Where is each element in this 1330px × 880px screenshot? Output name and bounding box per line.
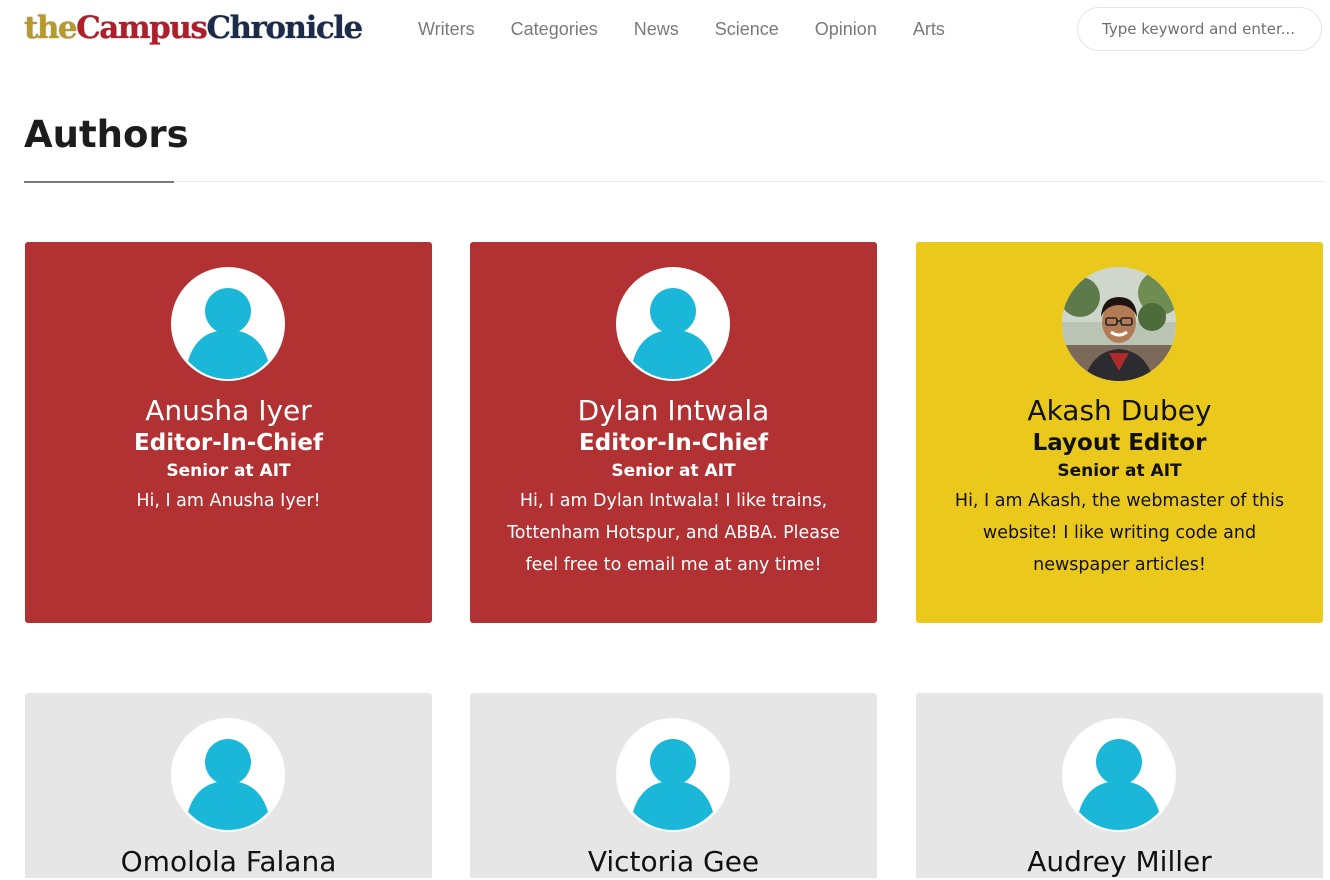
author-name: Akash Dubey [1027, 394, 1212, 427]
profile-photo [1062, 267, 1176, 381]
nav-link-news[interactable]: News [616, 19, 697, 40]
title-divider [24, 181, 1324, 182]
author-name: Dylan Intwala [577, 394, 770, 427]
search-input[interactable] [1077, 7, 1322, 51]
author-role: Layout Editor [1032, 430, 1207, 456]
user-avatar-icon [1062, 718, 1176, 832]
nav-link-opinion[interactable]: Opinion [797, 19, 895, 40]
logo-part-campus: Campus [76, 10, 208, 46]
author-name: Audrey Miller [1027, 845, 1212, 878]
author-role: Editor-In-Chief [134, 430, 323, 456]
author-card[interactable]: Omolola Falana [25, 693, 432, 878]
title-divider-accent [24, 181, 174, 183]
logo-part-the: the [24, 10, 78, 46]
author-school: Senior at AIT [1057, 461, 1182, 481]
user-avatar-icon [616, 267, 730, 381]
author-bio: Hi, I am Akash, the webmaster of this we… [954, 491, 1285, 575]
nav-link-arts[interactable]: Arts [895, 19, 963, 40]
author-bio: Hi, I am Dylan Intwala! I like trains, T… [507, 491, 840, 575]
logo-part-chronicle: Chronicle [206, 10, 363, 46]
author-role: Editor-In-Chief [579, 430, 768, 456]
author-bio: Hi, I am Anusha Iyer! [136, 491, 321, 511]
author-card[interactable]: Audrey Miller [916, 693, 1323, 878]
nav-link-categories[interactable]: Categories [493, 19, 616, 40]
nav-link-writers[interactable]: Writers [400, 19, 493, 40]
user-avatar-icon [616, 718, 730, 832]
user-avatar-icon [171, 718, 285, 832]
author-card[interactable]: Akash Dubey Layout Editor Senior at AIT … [916, 242, 1323, 623]
author-school: Senior at AIT [166, 461, 291, 481]
author-school: Senior at AIT [611, 461, 736, 481]
author-card[interactable]: Anusha Iyer Editor-In-Chief Senior at AI… [25, 242, 432, 623]
top-navbar: theCampusChronicle Writers Categories Ne… [0, 0, 1330, 58]
nav-menu: Writers Categories News Science Opinion … [400, 0, 963, 58]
author-card[interactable]: Victoria Gee [470, 693, 877, 878]
nav-link-science[interactable]: Science [697, 19, 797, 40]
author-card[interactable]: Dylan Intwala Editor-In-Chief Senior at … [470, 242, 877, 623]
user-avatar-icon [171, 267, 285, 381]
author-name: Victoria Gee [587, 845, 760, 878]
page-title: Authors [24, 113, 189, 156]
author-name: Omolola Falana [120, 845, 337, 878]
author-name: Anusha Iyer [145, 394, 312, 427]
site-logo[interactable]: theCampusChronicle [24, 9, 363, 47]
